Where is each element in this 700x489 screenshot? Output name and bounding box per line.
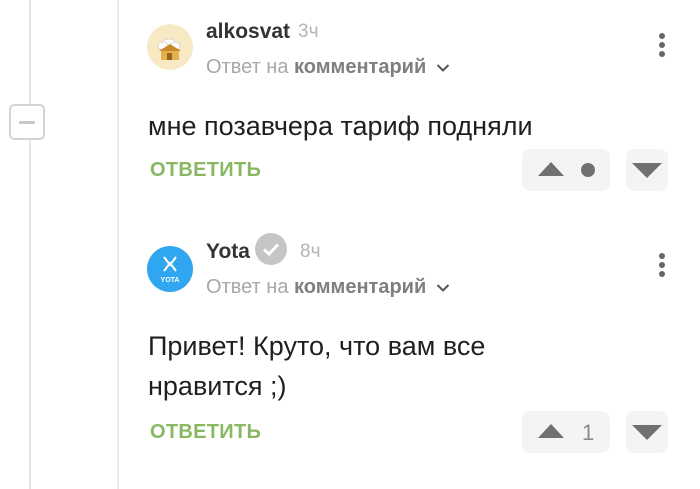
rating-count: 1 <box>582 420 595 445</box>
verified-check-icon <box>255 233 287 265</box>
thread-line-inner <box>117 0 119 489</box>
comment-text: мне позавчера тариф подняли <box>148 106 533 146</box>
kebab-menu-icon[interactable] <box>656 33 668 61</box>
avatar-brand-text: YOTA <box>161 277 180 284</box>
vote-box <box>522 149 610 191</box>
comment-text: Привет! Круто, что вам все нравится ;) <box>148 326 485 406</box>
reply-to-link[interactable]: Ответ на комментарий <box>206 276 450 299</box>
vote-up-icon[interactable] <box>538 424 564 438</box>
comment-author[interactable]: Yota <box>206 240 250 264</box>
collapse-thread-button[interactable] <box>9 104 45 140</box>
vote-down-icon <box>632 163 662 178</box>
vote-down-button[interactable] <box>626 411 668 453</box>
reply-to-target[interactable]: комментарий <box>294 56 426 78</box>
reply-to-prefix: Ответ на <box>206 56 289 78</box>
comment-text-line: Привет! Круто, что вам все <box>148 331 486 361</box>
rating-hidden-dot <box>581 163 595 177</box>
vote-box: 1 <box>522 411 610 453</box>
vote-down-icon <box>632 425 662 440</box>
thread-line-outer <box>29 0 31 489</box>
avatar[interactable]: YOTA <box>147 246 193 292</box>
reply-to-target[interactable]: комментарий <box>294 276 426 298</box>
vote-up-icon[interactable] <box>538 162 564 176</box>
chevron-down-icon[interactable] <box>436 283 450 293</box>
avatar[interactable] <box>147 24 193 70</box>
reply-button[interactable]: ОТВЕТИТЬ <box>150 421 261 444</box>
reply-to-prefix: Ответ на <box>206 276 289 298</box>
reply-button[interactable]: ОТВЕТИТЬ <box>150 159 261 182</box>
collapse-minus-icon <box>19 121 35 124</box>
vote-down-button[interactable] <box>626 149 668 191</box>
comment-author[interactable]: alkosvat <box>206 20 290 44</box>
kebab-menu-icon[interactable] <box>656 253 668 281</box>
comment-text-line: мне позавчера тариф подняли <box>148 111 533 141</box>
comment-time: 3ч <box>298 21 319 42</box>
reply-to-link[interactable]: Ответ на комментарий <box>206 56 450 79</box>
comment-text-line: нравится ;) <box>148 371 287 401</box>
comment-time: 8ч <box>300 241 321 262</box>
chevron-down-icon[interactable] <box>436 63 450 73</box>
